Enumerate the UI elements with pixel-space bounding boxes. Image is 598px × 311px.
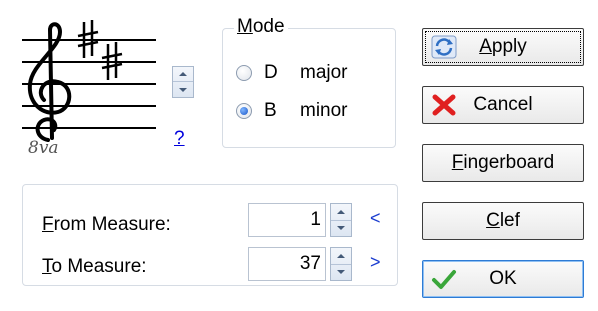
spin-up-icon[interactable] [331, 248, 351, 265]
radio-b-minor[interactable]: B minor [236, 100, 348, 122]
ok-button[interactable]: OK [422, 260, 584, 298]
clef-label: Clef [486, 210, 520, 231]
from-measure-label: From Measure: [42, 214, 171, 235]
ok-label: OK [489, 268, 517, 289]
octave-marking: 8va [28, 138, 59, 158]
radio-key-label: D [264, 62, 278, 83]
fingerboard-label: Fingerboard [451, 152, 555, 173]
spin-down-icon[interactable] [331, 264, 351, 280]
to-measure-label: To Measure: [42, 256, 147, 277]
radio-button-icon[interactable] [236, 65, 252, 81]
green-check-icon [432, 270, 456, 289]
from-measure-input[interactable]: 1 [248, 203, 326, 237]
red-x-icon [432, 94, 456, 116]
spin-up-icon[interactable] [173, 67, 193, 82]
radio-mode-label: major [300, 62, 348, 83]
spin-down-icon[interactable] [331, 220, 351, 236]
radio-mode-label: minor [300, 100, 348, 121]
radio-key-label: B [264, 100, 277, 121]
to-measure-arrow[interactable]: > [370, 252, 381, 273]
radio-button-icon[interactable] [236, 103, 252, 119]
mode-group-legend: Mode [234, 16, 288, 38]
refresh-icon [431, 35, 457, 59]
radio-d-major[interactable]: D major [236, 62, 348, 84]
spin-down-icon[interactable] [173, 82, 193, 97]
cancel-label: Cancel [473, 94, 533, 115]
apply-label: Apply [479, 36, 527, 57]
help-link[interactable]: ? [174, 128, 185, 150]
spin-up-icon[interactable] [331, 204, 351, 221]
from-measure-spinner[interactable] [330, 203, 352, 237]
to-measure-spinner[interactable] [330, 247, 352, 281]
to-measure-input[interactable]: 37 [248, 247, 326, 281]
cancel-button[interactable]: Cancel [422, 86, 584, 124]
key-signature-staff: 8va [22, 20, 162, 160]
key-signature-spinner[interactable] [172, 66, 194, 98]
fingerboard-button[interactable]: Fingerboard [422, 144, 584, 182]
apply-button[interactable]: Apply [422, 28, 584, 66]
clef-button[interactable]: Clef [422, 202, 584, 240]
mode-group [222, 28, 396, 148]
from-measure-arrow[interactable]: < [370, 208, 381, 229]
